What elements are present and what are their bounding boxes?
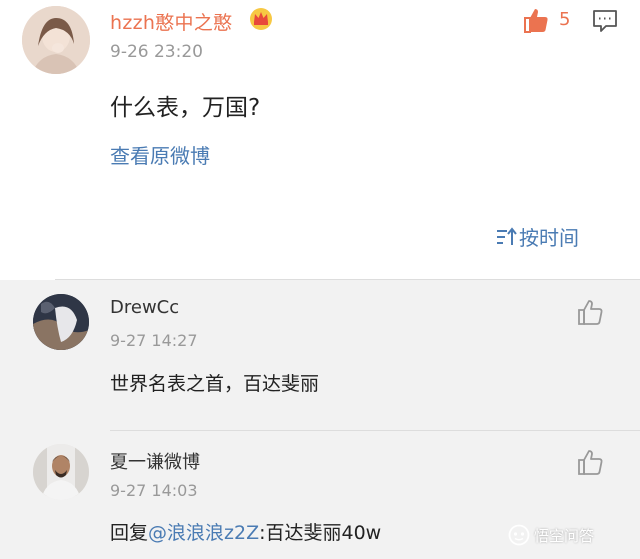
sort-icon [497,226,517,245]
watermark-text: 悟空问答 [534,526,595,545]
thumbs-up-icon[interactable] [522,6,550,34]
view-original-link[interactable]: 查看原微博 [110,140,210,169]
crown-badge-icon [250,8,272,30]
comment-avatar[interactable] [33,294,89,350]
comment-avatar[interactable] [33,444,89,500]
reply-text: :百达斐丽40w [259,522,382,544]
reply-prefix: 回复 [110,522,149,544]
comment-time: 9-27 14:03 [110,481,198,500]
original-post: hzzh憨中之憨 9-26 23:20 什么表，万国? 查看原微博 5 按时间 [0,0,640,280]
comment-icon[interactable] [592,9,618,33]
mention-link[interactable]: @浪浪浪z2Z [148,522,259,544]
comment-author-name[interactable]: 夏一谦微博 [110,448,200,474]
post-content: 什么表，万国? [110,95,261,121]
wukong-logo-icon [508,524,530,546]
comment-divider [110,430,640,431]
comment-text: 世界名表之首，百达斐丽 [110,373,320,395]
sort-by-time-button[interactable]: 按时间 [495,222,579,251]
post-author-avatar[interactable] [22,6,90,74]
like-count: 5 [559,9,571,30]
comment-like-icon[interactable] [576,298,604,326]
post-time: 9-26 23:20 [110,42,203,62]
comment-text: 回复@浪浪浪z2Z:百达斐丽40w [110,518,381,545]
sort-label: 按时间 [519,226,579,250]
watermark: 悟空问答 [508,524,594,546]
comment-like-icon[interactable] [576,448,604,476]
comment-author-name[interactable]: DrewCc [110,297,179,318]
comment-time: 9-27 14:27 [110,331,198,350]
post-author-name[interactable]: hzzh憨中之憨 [110,8,232,35]
